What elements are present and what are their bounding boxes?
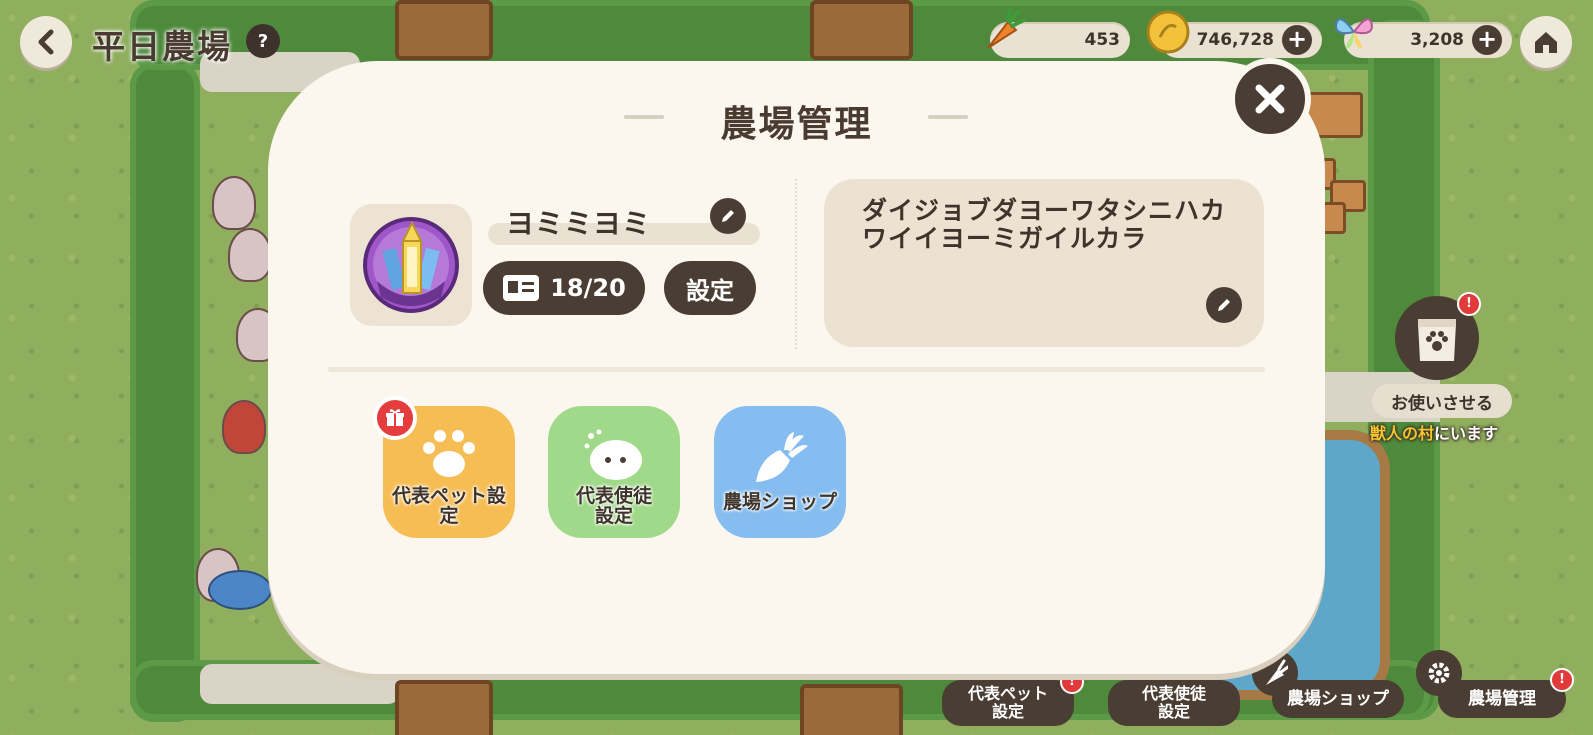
gift-badge [373, 396, 417, 440]
close-dialog-button[interactable] [1229, 58, 1311, 140]
settings-label: 設定 [686, 276, 734, 305]
farm-shop-tile[interactable]: 農場ショップ [714, 406, 846, 538]
radish-icon [756, 432, 808, 482]
dialog-title: 農場管理 [720, 104, 873, 145]
pencil-icon [722, 210, 734, 222]
edit-name-button[interactable] [710, 198, 746, 234]
farm-management-dialog: 農場管理 ヨミミヨミ 18/20 設定 ダイジョブダヨーワタシニハカワイイヨーミ… [268, 61, 1325, 674]
gift-icon [386, 409, 404, 426]
paw-icon [423, 430, 475, 477]
pet-setting-tile-label: 代表ペット設定 [391, 485, 506, 527]
profile-settings-button[interactable]: 設定 [664, 261, 756, 315]
farm-shop-tile-label: 農場ショップ [722, 491, 837, 513]
card-count: 18/20 [550, 274, 626, 302]
profile-emblem[interactable] [350, 204, 472, 326]
bio-text: ダイジョブダヨーワタシニハカワイイヨーミガイルカラ [862, 196, 1227, 253]
user-name: ヨミミヨミ [506, 207, 652, 240]
disciple-setting-tile-label: 代表使徒 設定 [575, 485, 652, 527]
crayon-badge-icon [363, 217, 459, 313]
card-count-button[interactable]: 18/20 [483, 261, 645, 315]
disciple-setting-tile[interactable]: 代表使徒 設定 [548, 406, 680, 538]
section-divider-horizontal [328, 367, 1265, 372]
pencil-icon [1218, 299, 1230, 311]
edit-bio-button[interactable] [1206, 287, 1242, 323]
pet-setting-tile[interactable]: 代表ペット設定 [373, 396, 515, 538]
id-card-icon [503, 275, 540, 301]
close-icon [1255, 84, 1285, 114]
section-divider-vertical [795, 179, 797, 349]
sprout-blob-icon [584, 429, 642, 480]
bio-box: ダイジョブダヨーワタシニハカワイイヨーミガイルカラ [824, 179, 1264, 347]
